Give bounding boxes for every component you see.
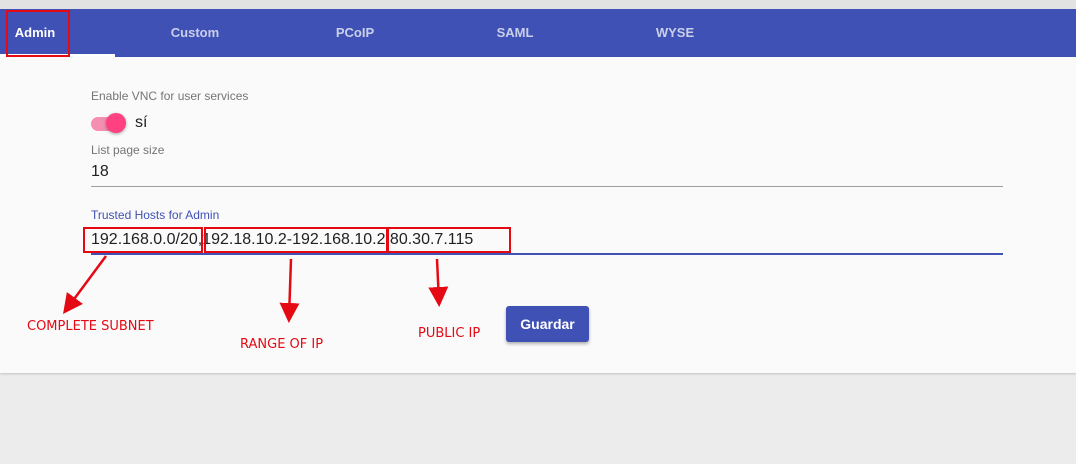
public-ip-annotation: PUBLIC IP bbox=[418, 326, 481, 341]
range-arrow bbox=[279, 258, 300, 323]
public-ip-arrow bbox=[428, 258, 449, 307]
subnet-arrow bbox=[63, 255, 108, 315]
subnet-annotation: COMPLETE SUBNET bbox=[27, 319, 154, 334]
range-annotation: RANGE OF IP bbox=[240, 337, 324, 352]
annotation-arrows bbox=[63, 255, 449, 323]
